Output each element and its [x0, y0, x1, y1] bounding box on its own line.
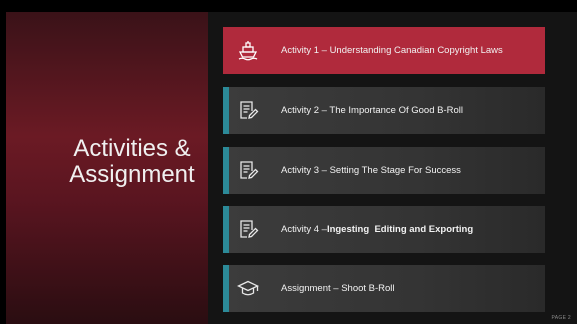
document-edit-icon — [237, 159, 259, 181]
title-line-1: Activities & — [73, 135, 191, 162]
page-number: PAGE 2 — [551, 315, 571, 321]
title-line-2: Assignment — [69, 161, 195, 188]
agenda-item-activity-4[interactable]: Activity 4 – Ingesting Editing and Expor… — [223, 206, 545, 253]
graduation-cap-icon — [236, 277, 260, 299]
agenda-item-label: Activity 3 – Setting The Stage For Succe… — [281, 165, 461, 176]
slide-title: Activities & Assignment — [52, 136, 212, 188]
accent-bar — [223, 87, 229, 134]
ship-icon — [237, 39, 259, 61]
document-edit-icon — [237, 218, 259, 240]
document-edit-icon — [237, 99, 259, 121]
agenda-item-label: Activity 1 – Understanding Canadian Copy… — [281, 45, 503, 56]
agenda-item-activity-2[interactable]: Activity 2 – The Importance Of Good B-Ro… — [223, 87, 545, 134]
agenda-item-label: Activity 2 – The Importance Of Good B-Ro… — [281, 105, 463, 116]
agenda-item-activity-3[interactable]: Activity 3 – Setting The Stage For Succe… — [223, 147, 545, 194]
agenda-item-assignment[interactable]: Assignment – Shoot B-Roll — [223, 265, 545, 312]
label-prefix: Activity 4 – — [281, 224, 327, 235]
slide: Activities & Assignment Activity 1 – Und… — [0, 0, 577, 324]
agenda-item-label: Assignment – Shoot B-Roll — [281, 283, 395, 294]
agenda-item-activity-1[interactable]: Activity 1 – Understanding Canadian Copy… — [223, 27, 545, 74]
accent-bar — [223, 206, 229, 253]
accent-bar — [223, 265, 229, 312]
label-bold: Ingesting Editing and Exporting — [326, 224, 474, 235]
agenda-item-label: Activity 4 – Ingesting Editing and Expor… — [281, 206, 473, 253]
accent-bar — [223, 147, 229, 194]
